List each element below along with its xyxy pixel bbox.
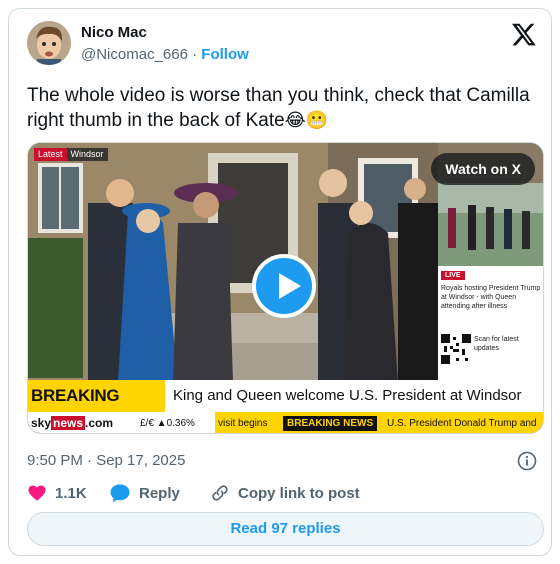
- ticker-item: U.S. President Donald Trump and: [387, 418, 537, 429]
- separator: ·: [187, 46, 202, 63]
- copy-link-button[interactable]: Copy link to post: [210, 482, 360, 504]
- read-replies-button[interactable]: Read 97 replies: [27, 512, 544, 546]
- like-count: 1.1K: [55, 484, 87, 502]
- copy-link-label: Copy link to post: [238, 484, 360, 502]
- follow-button[interactable]: Follow: [201, 46, 249, 63]
- link-icon: [212, 485, 228, 501]
- scan-text: Scan for latest updates: [474, 336, 519, 352]
- tag-latest: Latest: [34, 148, 67, 161]
- heart-icon: [28, 485, 46, 501]
- author-handle-line: @Nicomac_666 · Follow: [81, 46, 249, 63]
- breaking-news-bar: BREAKING NEWS King and Queen welcome U.S…: [28, 380, 543, 433]
- video-player[interactable]: Latest Windsor LIVE Royals hosting Presid…: [27, 142, 544, 434]
- tweet-body: The whole video is worse than you think,…: [27, 85, 530, 131]
- play-button-icon[interactable]: [252, 254, 316, 318]
- ticker-breaking-label: BREAKING NEWS: [283, 416, 378, 431]
- author-name[interactable]: Nico Mac: [81, 24, 147, 41]
- ticker-item: visit begins: [218, 418, 268, 429]
- ticker-fx: £/€ ▲0.36%: [140, 418, 195, 429]
- tweet-text: The whole video is worse than you think,…: [27, 83, 537, 133]
- tag-location: Windsor: [66, 148, 108, 161]
- timestamp[interactable]: 9:50 PM · Sep 17, 2025: [27, 452, 185, 469]
- live-badge: LIVE: [441, 271, 465, 280]
- breaking-headline: King and Queen welcome U.S. President at…: [173, 387, 522, 404]
- reply-bubble-icon: [110, 484, 130, 503]
- picture-in-picture: [438, 183, 543, 266]
- tweet-emojis: 😂😬: [284, 110, 329, 130]
- watch-on-x-button[interactable]: Watch on X: [431, 153, 535, 185]
- news-ticker: sky news .com £/€ ▲0.36% visit begins BREA…: [28, 412, 543, 433]
- reply-button[interactable]: Reply: [109, 482, 180, 504]
- author-handle[interactable]: @Nicomac_666: [81, 46, 188, 63]
- ticker-yellow: visit begins BREAKING NEWS U.S. Presiden…: [215, 412, 543, 433]
- breaking-news-label: BREAKING NEWS: [28, 380, 165, 433]
- tweet-card: Nico Mac @Nicomac_666 · Follow The whole…: [8, 8, 552, 556]
- sky-news-logo: sky news .com: [31, 416, 114, 430]
- side-panel-text: Royals hosting President Trump at Windso…: [441, 285, 541, 310]
- info-icon[interactable]: [517, 451, 537, 471]
- news-location-tag: Latest Windsor: [34, 148, 108, 161]
- avatar[interactable]: [27, 21, 71, 65]
- like-button[interactable]: 1.1K: [27, 482, 87, 504]
- news-side-panel: LIVE Royals hosting President Trump at W…: [438, 266, 543, 381]
- reply-label: Reply: [139, 484, 180, 502]
- qr-code-icon: [441, 334, 471, 364]
- x-logo-icon[interactable]: [511, 21, 537, 47]
